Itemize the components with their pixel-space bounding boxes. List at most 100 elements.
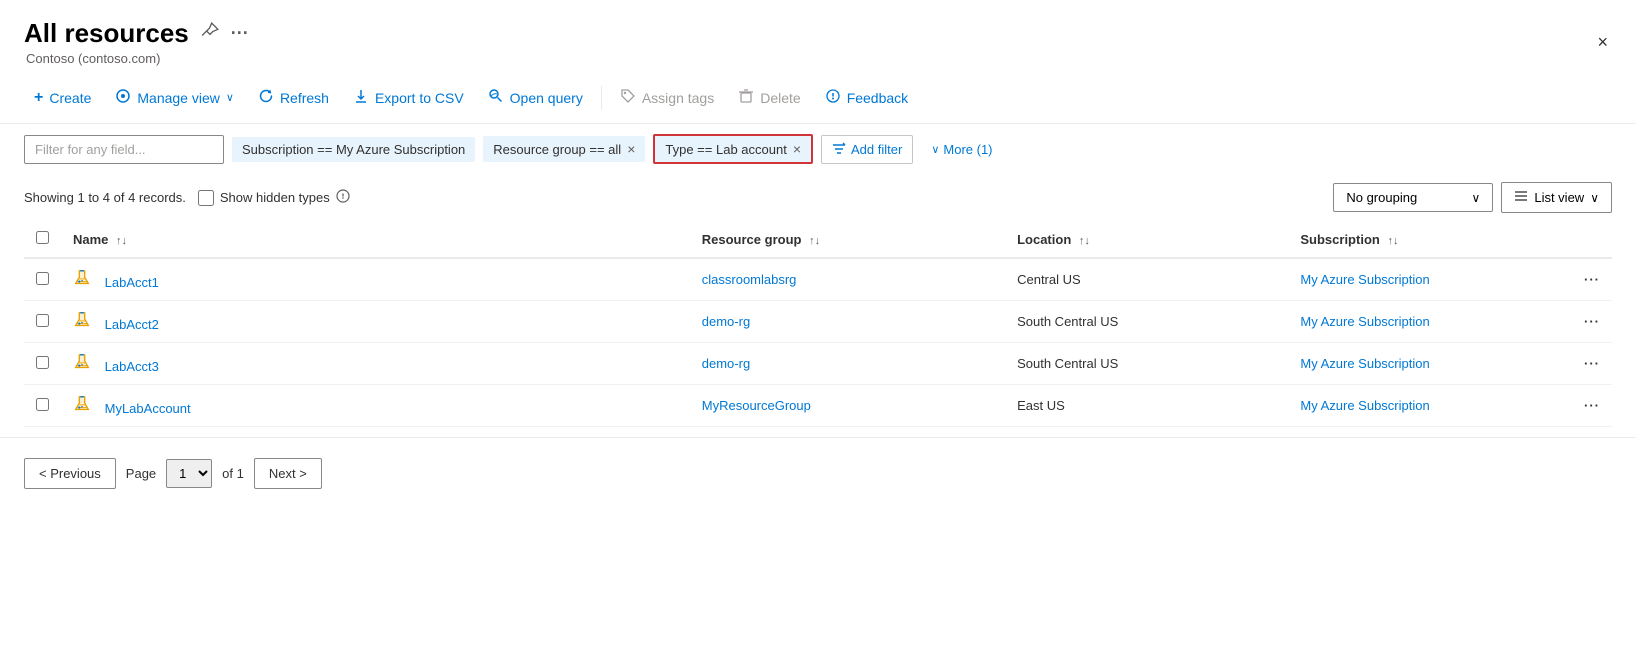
grouping-dropdown[interactable]: No grouping ∨ [1333,183,1493,212]
row-resource-group: demo-rg [690,343,1005,385]
delete-icon [738,88,754,107]
resource-group-filter-label: Resource group == all [493,142,621,157]
resource-name-link[interactable]: MyLabAccount [105,401,191,416]
row-actions-button[interactable]: ··· [1584,398,1600,413]
th-name[interactable]: Name ↑↓ [61,221,690,258]
lab-icon [73,269,95,287]
page-select[interactable]: 1 [166,459,212,488]
filter-bar: Subscription == My Azure Subscription Re… [0,124,1636,174]
pagination: < Previous Page 1 of 1 Next > [0,437,1636,509]
type-filter-label: Type == Lab account [665,142,786,157]
row-checkbox[interactable] [36,272,49,285]
table-row: MyLabAccount MyResourceGroup East US My … [24,385,1612,427]
subscription-link[interactable]: My Azure Subscription [1300,272,1429,287]
subscription-filter-tag: Subscription == My Azure Subscription [232,137,475,162]
row-checkbox[interactable] [36,356,49,369]
resource-name-link[interactable]: LabAcct1 [105,275,159,290]
show-hidden-checkbox[interactable] [198,190,214,206]
export-icon [353,88,369,107]
row-actions-button[interactable]: ··· [1584,272,1600,287]
row-subscription: My Azure Subscription [1288,301,1572,343]
row-actions-cell: ··· [1572,343,1612,385]
close-button[interactable]: × [1593,28,1612,57]
type-filter-tag: Type == Lab account × [653,134,813,164]
resource-group-link[interactable]: MyResourceGroup [702,398,811,413]
sort-icon-subscription: ↑↓ [1387,235,1398,247]
previous-button[interactable]: < Previous [24,458,116,489]
row-actions-button[interactable]: ··· [1584,356,1600,371]
sort-icon-location: ↑↓ [1079,235,1090,247]
manage-view-chevron-icon: ∨ [226,91,234,104]
table-row: LabAcct2 demo-rg South Central US My Azu… [24,301,1612,343]
row-name: LabAcct2 [61,301,690,343]
row-actions-cell: ··· [1572,258,1612,301]
row-subscription: My Azure Subscription [1288,258,1572,301]
create-icon: + [34,89,43,107]
resource-group-filter-close[interactable]: × [627,141,635,157]
open-query-icon [488,88,504,107]
th-resource-group[interactable]: Resource group ↑↓ [690,221,1005,258]
row-name: MyLabAccount [61,385,690,427]
row-checkbox-cell [24,258,61,301]
resource-group-link[interactable]: demo-rg [702,356,750,371]
row-subscription: My Azure Subscription [1288,385,1572,427]
assign-tags-button[interactable]: Assign tags [610,82,724,113]
resource-name-link[interactable]: LabAcct2 [105,317,159,332]
view-dropdown[interactable]: List view ∨ [1501,182,1612,213]
manage-view-button[interactable]: Manage view ∨ [105,82,244,113]
pin-icon[interactable] [201,22,219,45]
page-title: All resources [24,18,189,49]
row-resource-group: classroomlabsrg [690,258,1005,301]
row-resource-group: demo-rg [690,301,1005,343]
refresh-button[interactable]: Refresh [248,82,339,113]
th-actions [1572,221,1612,258]
type-filter-close[interactable]: × [793,141,801,157]
more-button[interactable]: ∨ More (1) [921,137,1002,162]
show-hidden-label: Show hidden types [198,189,350,206]
next-button[interactable]: Next > [254,458,322,489]
row-checkbox-cell [24,301,61,343]
export-button[interactable]: Export to CSV [343,82,474,113]
page-container: All resources ··· Contoso (contoso.com) … [0,0,1636,672]
table-body: LabAcct1 classroomlabsrg Central US My A… [24,258,1612,427]
table-row: LabAcct1 classroomlabsrg Central US My A… [24,258,1612,301]
row-checkbox[interactable] [36,398,49,411]
assign-tags-icon [620,88,636,107]
toolbar-divider [601,86,602,110]
delete-button[interactable]: Delete [728,82,810,113]
row-location: South Central US [1005,301,1288,343]
feedback-button[interactable]: Feedback [815,82,918,113]
grouping-chevron-icon: ∨ [1472,191,1481,205]
row-actions-button[interactable]: ··· [1584,314,1600,329]
add-filter-button[interactable]: Add filter [821,135,913,164]
row-location: East US [1005,385,1288,427]
row-location: Central US [1005,258,1288,301]
create-button[interactable]: + Create [24,83,101,113]
filter-input[interactable] [24,135,224,164]
sort-icon-rg: ↑↓ [809,235,820,247]
records-count: Showing 1 to 4 of 4 records. [24,190,186,205]
select-all-checkbox[interactable] [36,231,49,244]
resource-group-link[interactable]: demo-rg [702,314,750,329]
table-wrapper: Name ↑↓ Resource group ↑↓ Location ↑↓ Su… [0,221,1636,427]
th-select-all [24,221,61,258]
toolbar: + Create Manage view ∨ Refresh Export to… [0,72,1636,124]
resource-name-link[interactable]: LabAcct3 [105,359,159,374]
row-name: LabAcct1 [61,258,690,301]
subscription-link[interactable]: My Azure Subscription [1300,314,1429,329]
lab-icon [73,395,95,413]
open-query-button[interactable]: Open query [478,82,593,113]
header-left: All resources ··· Contoso (contoso.com) [24,18,249,66]
th-subscription[interactable]: Subscription ↑↓ [1288,221,1572,258]
resource-table: Name ↑↓ Resource group ↑↓ Location ↑↓ Su… [24,221,1612,427]
table-row: LabAcct3 demo-rg South Central US My Azu… [24,343,1612,385]
subscription-link[interactable]: My Azure Subscription [1300,398,1429,413]
th-location[interactable]: Location ↑↓ [1005,221,1288,258]
row-name: LabAcct3 [61,343,690,385]
row-checkbox[interactable] [36,314,49,327]
header-more-icon[interactable]: ··· [231,23,249,44]
table-header: Name ↑↓ Resource group ↑↓ Location ↑↓ Su… [24,221,1612,258]
page-title-row: All resources ··· [24,18,249,49]
subscription-link[interactable]: My Azure Subscription [1300,356,1429,371]
resource-group-link[interactable]: classroomlabsrg [702,272,797,287]
